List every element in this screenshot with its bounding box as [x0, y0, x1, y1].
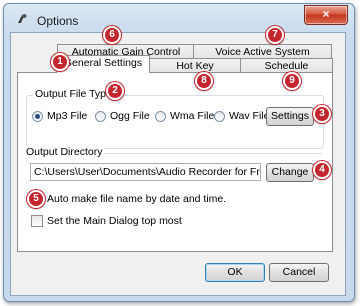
ok-button[interactable]: OK: [205, 263, 265, 282]
radio-indicator: [214, 110, 225, 122]
radio-label: Wav File: [229, 110, 270, 122]
radio-label: Mp3 File: [47, 110, 88, 122]
radio-wav[interactable]: Wav File: [214, 110, 269, 122]
close-icon: ×: [322, 7, 330, 21]
settings-button[interactable]: Settings: [266, 107, 314, 126]
title-bar[interactable]: Options ×: [4, 4, 354, 32]
tab-general-settings[interactable]: General Settings: [56, 55, 150, 73]
app-icon: [18, 14, 27, 23]
radio-indicator: [155, 110, 166, 122]
checkbox-label: Set the Main Dialog top most: [47, 215, 182, 227]
output-directory-title: Output Directory: [24, 146, 105, 158]
auto-filename-checkbox[interactable]: ✓ Auto make file name by date and time.: [31, 193, 226, 205]
radio-label: Wma File: [170, 110, 215, 122]
close-button[interactable]: ×: [304, 5, 348, 25]
callout-1: 1: [51, 53, 69, 71]
callout-4: 4: [313, 161, 331, 179]
window-title: Options: [37, 14, 79, 28]
callout-6: 6: [103, 26, 121, 44]
checkbox-label: Auto make file name by date and time.: [47, 193, 227, 205]
callout-9: 9: [283, 72, 301, 90]
radio-indicator: [95, 110, 106, 122]
output-file-type-title: Output File Type: [33, 88, 114, 100]
radio-label: Ogg File: [110, 110, 150, 122]
callout-3: 3: [313, 105, 331, 123]
tab-label: Schedule: [264, 60, 309, 72]
general-settings-panel: Output File Type Mp3 File Ogg File Wma F…: [17, 72, 333, 252]
tab-label: General Settings: [63, 57, 143, 69]
cancel-button[interactable]: Cancel: [269, 263, 329, 282]
radio-wma[interactable]: Wma File: [155, 110, 214, 122]
tab-label: Voice Active System: [215, 46, 310, 58]
top-most-checkbox[interactable]: Set the Main Dialog top most: [31, 215, 182, 227]
change-button[interactable]: Change: [266, 163, 314, 182]
callout-2: 2: [106, 82, 124, 100]
tab-label: Hot Key: [176, 60, 214, 72]
radio-ogg[interactable]: Ogg File: [95, 110, 150, 122]
callout-7: 7: [266, 26, 284, 44]
checkbox-indicator: [31, 215, 43, 227]
radio-mp3[interactable]: Mp3 File: [32, 110, 87, 122]
callout-8: 8: [195, 72, 213, 90]
radio-indicator: [32, 110, 43, 122]
output-directory-input[interactable]: C:\Users\User\Documents\Audio Recorder f…: [30, 163, 261, 181]
callout-5: 5: [27, 190, 45, 208]
